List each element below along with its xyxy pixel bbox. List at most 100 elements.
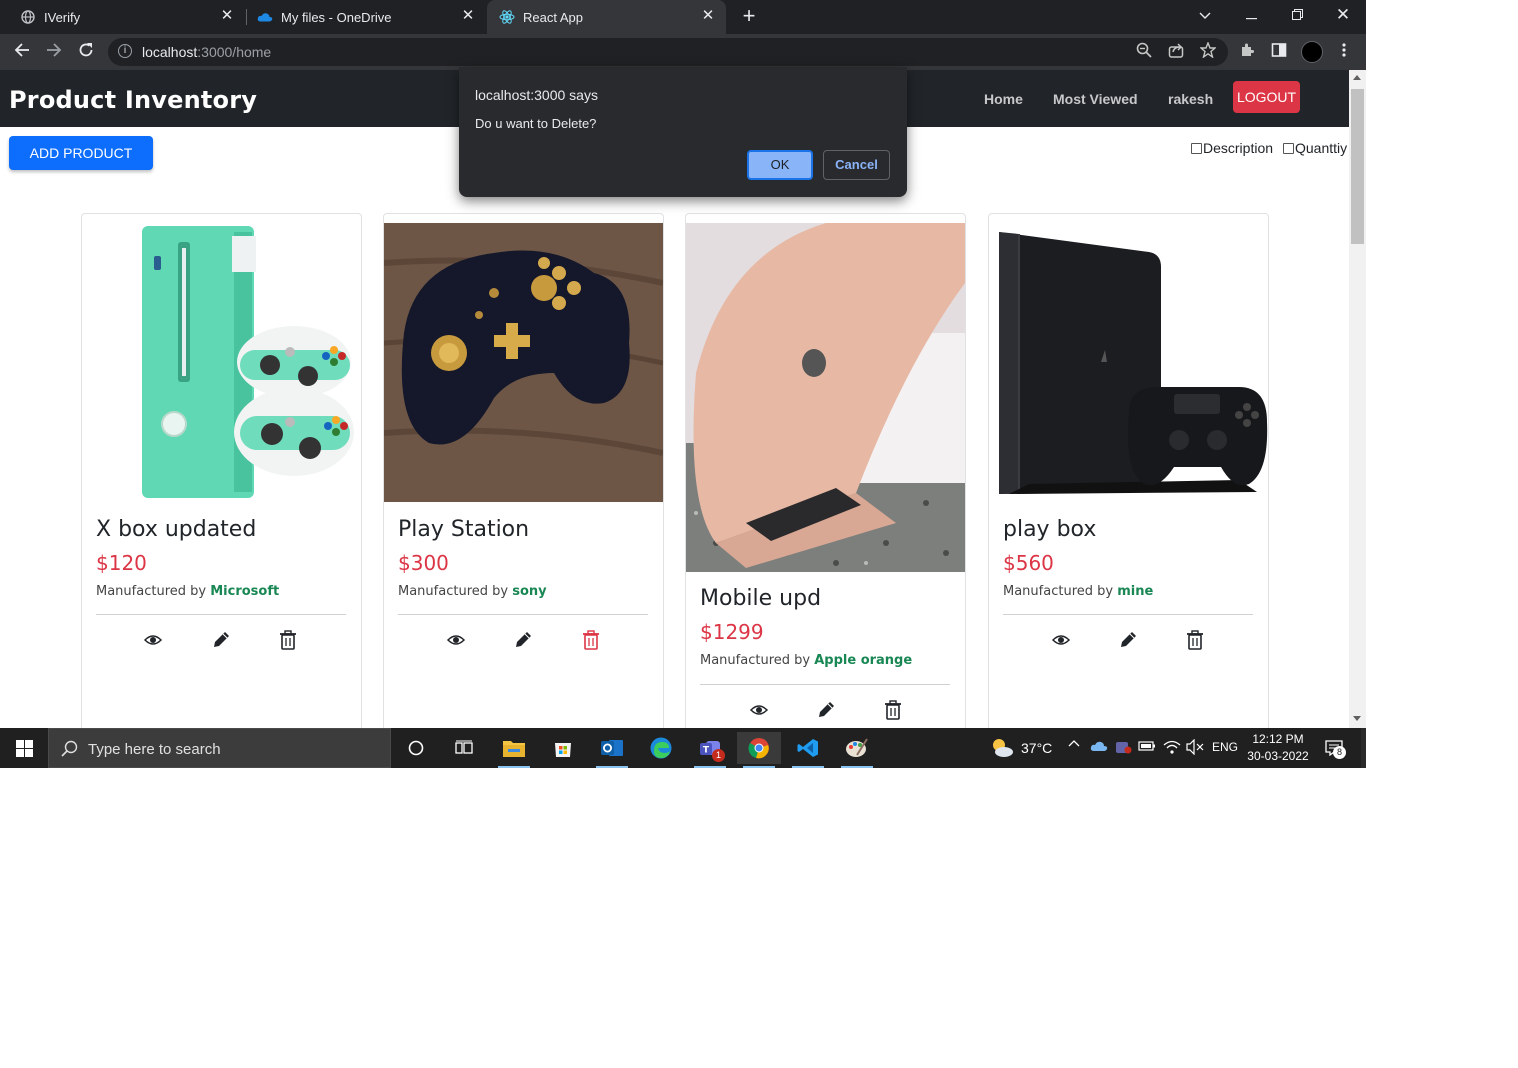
product-image: [82, 222, 361, 502]
share-icon[interactable]: [1166, 42, 1186, 62]
weather-temperature[interactable]: 37°C: [1021, 740, 1052, 756]
forward-button[interactable]: [42, 40, 66, 64]
scroll-down-arrow[interactable]: [1353, 716, 1361, 721]
chrome-menu-icon[interactable]: [1334, 42, 1354, 62]
edit-icon[interactable]: [1117, 629, 1139, 651]
card-divider: [700, 684, 950, 685]
description-checkbox[interactable]: [1191, 142, 1202, 154]
close-tab-icon[interactable]: ✕: [460, 8, 476, 24]
tab-onedrive[interactable]: My files - OneDrive ✕: [247, 0, 486, 34]
taskbar-clock[interactable]: 12:12 PM 30-03-2022: [1246, 731, 1310, 765]
tab-title: React App: [523, 9, 583, 25]
side-panel-icon[interactable]: [1269, 42, 1289, 62]
quantity-filter[interactable]: Quanttiy: [1283, 140, 1347, 156]
view-icon[interactable]: [445, 629, 467, 651]
tab-title: IVerify: [44, 9, 81, 25]
svg-text:T: T: [703, 746, 710, 756]
zoom-icon[interactable]: [1134, 42, 1154, 62]
windows-start-icon[interactable]: [16, 740, 33, 762]
notifications-badge: 8: [1333, 746, 1346, 759]
teams-tray-icon[interactable]: [1114, 739, 1132, 758]
product-price: $120: [96, 551, 147, 575]
tab-search-icon[interactable]: [1182, 0, 1228, 30]
product-name: Mobile upd: [700, 586, 822, 611]
delete-icon[interactable]: [580, 629, 602, 651]
nav-most-viewed-link[interactable]: Most Viewed: [1053, 91, 1138, 107]
product-name: play box: [1003, 517, 1097, 542]
product-image: [384, 223, 663, 502]
language-indicator[interactable]: ENG: [1212, 740, 1238, 754]
battery-icon[interactable]: [1138, 739, 1156, 756]
teams-icon[interactable]: T 1: [688, 732, 732, 768]
ok-button[interactable]: OK: [747, 150, 813, 180]
scrollbar-thumb[interactable]: [1351, 89, 1364, 244]
wifi-icon[interactable]: [1163, 739, 1181, 758]
profile-avatar[interactable]: [1301, 41, 1323, 63]
brand-title[interactable]: Product Inventory: [9, 86, 257, 114]
product-card: Play Station $300 Manufactured by sony: [383, 213, 664, 728]
file-explorer-icon[interactable]: [492, 732, 536, 768]
delete-icon[interactable]: [1184, 629, 1206, 651]
url-text: localhost:3000/home: [142, 44, 272, 60]
nav-user-link[interactable]: rakesh: [1168, 91, 1213, 107]
nav-home-link[interactable]: Home: [984, 91, 1023, 107]
confirm-dialog: localhost:3000 says Do u want to Delete?…: [459, 67, 907, 197]
quantity-filter-label: Quanttiy: [1295, 140, 1348, 156]
close-tab-icon[interactable]: ✕: [700, 8, 716, 24]
product-manufacturer: Manufactured by Microsoft: [96, 584, 280, 599]
tab-iverify[interactable]: IVerify ✕: [0, 0, 245, 34]
edit-icon[interactable]: [512, 629, 534, 651]
restore-button[interactable]: [1274, 0, 1320, 30]
vscode-icon[interactable]: [786, 732, 830, 768]
view-icon[interactable]: [1050, 629, 1072, 651]
logout-button[interactable]: LOGOUT: [1233, 81, 1300, 113]
show-desktop-button[interactable]: [1361, 728, 1366, 768]
add-product-button[interactable]: ADD PRODUCT: [9, 136, 153, 170]
quantity-checkbox[interactable]: [1283, 142, 1294, 154]
site-info-icon[interactable]: i: [118, 44, 132, 58]
onedrive-tray-icon[interactable]: [1090, 739, 1108, 756]
view-icon[interactable]: [748, 699, 770, 721]
tab-react-app[interactable]: React App ✕: [487, 0, 726, 34]
product-price: $560: [1003, 551, 1054, 575]
show-hidden-icons-icon[interactable]: [1068, 738, 1080, 753]
taskbar-search-placeholder: Type here to search: [88, 741, 221, 758]
edit-icon[interactable]: [210, 629, 232, 651]
volume-muted-icon[interactable]: [1186, 738, 1204, 758]
product-manufacturer: Manufactured by mine: [1003, 584, 1154, 599]
address-bar[interactable]: i localhost:3000/home: [108, 38, 1228, 66]
taskbar-search-box[interactable]: Type here to search: [48, 728, 391, 768]
delete-icon[interactable]: [882, 699, 904, 721]
edge-icon[interactable]: [639, 732, 683, 764]
delete-icon[interactable]: [277, 629, 299, 651]
onedrive-icon: [257, 9, 273, 25]
dialog-message: Do u want to Delete?: [475, 116, 597, 131]
description-filter[interactable]: Description: [1191, 140, 1273, 156]
reload-button[interactable]: [74, 40, 98, 64]
edit-icon[interactable]: [815, 699, 837, 721]
paint-icon[interactable]: [835, 732, 879, 768]
product-image: [989, 222, 1268, 502]
notifications-icon[interactable]: 8: [1324, 738, 1346, 761]
close-tab-icon[interactable]: ✕: [219, 8, 235, 24]
product-manufacturer: Manufactured by Apple orange: [700, 653, 913, 668]
minimize-button[interactable]: [1228, 0, 1274, 30]
weather-icon[interactable]: [990, 737, 1014, 762]
outlook-icon[interactable]: [590, 732, 634, 768]
microsoft-store-icon[interactable]: [541, 732, 585, 764]
close-window-button[interactable]: ✕: [1320, 0, 1366, 30]
browser-tab-strip: IVerify ✕ My files - OneDrive ✕ React Ap…: [0, 0, 1366, 34]
cortana-icon[interactable]: [394, 732, 438, 764]
view-icon[interactable]: [142, 629, 164, 651]
back-button[interactable]: [10, 40, 34, 64]
globe-icon: [20, 9, 36, 25]
bookmark-star-icon[interactable]: [1198, 41, 1218, 62]
new-tab-button[interactable]: +: [737, 4, 761, 28]
page-scrollbar[interactable]: [1349, 70, 1366, 728]
chrome-icon[interactable]: [737, 732, 781, 768]
scroll-up-arrow[interactable]: [1353, 75, 1361, 80]
extensions-icon[interactable]: [1237, 42, 1257, 62]
cancel-button[interactable]: Cancel: [823, 150, 890, 180]
task-view-icon[interactable]: [442, 732, 486, 764]
product-name: Play Station: [398, 517, 530, 542]
